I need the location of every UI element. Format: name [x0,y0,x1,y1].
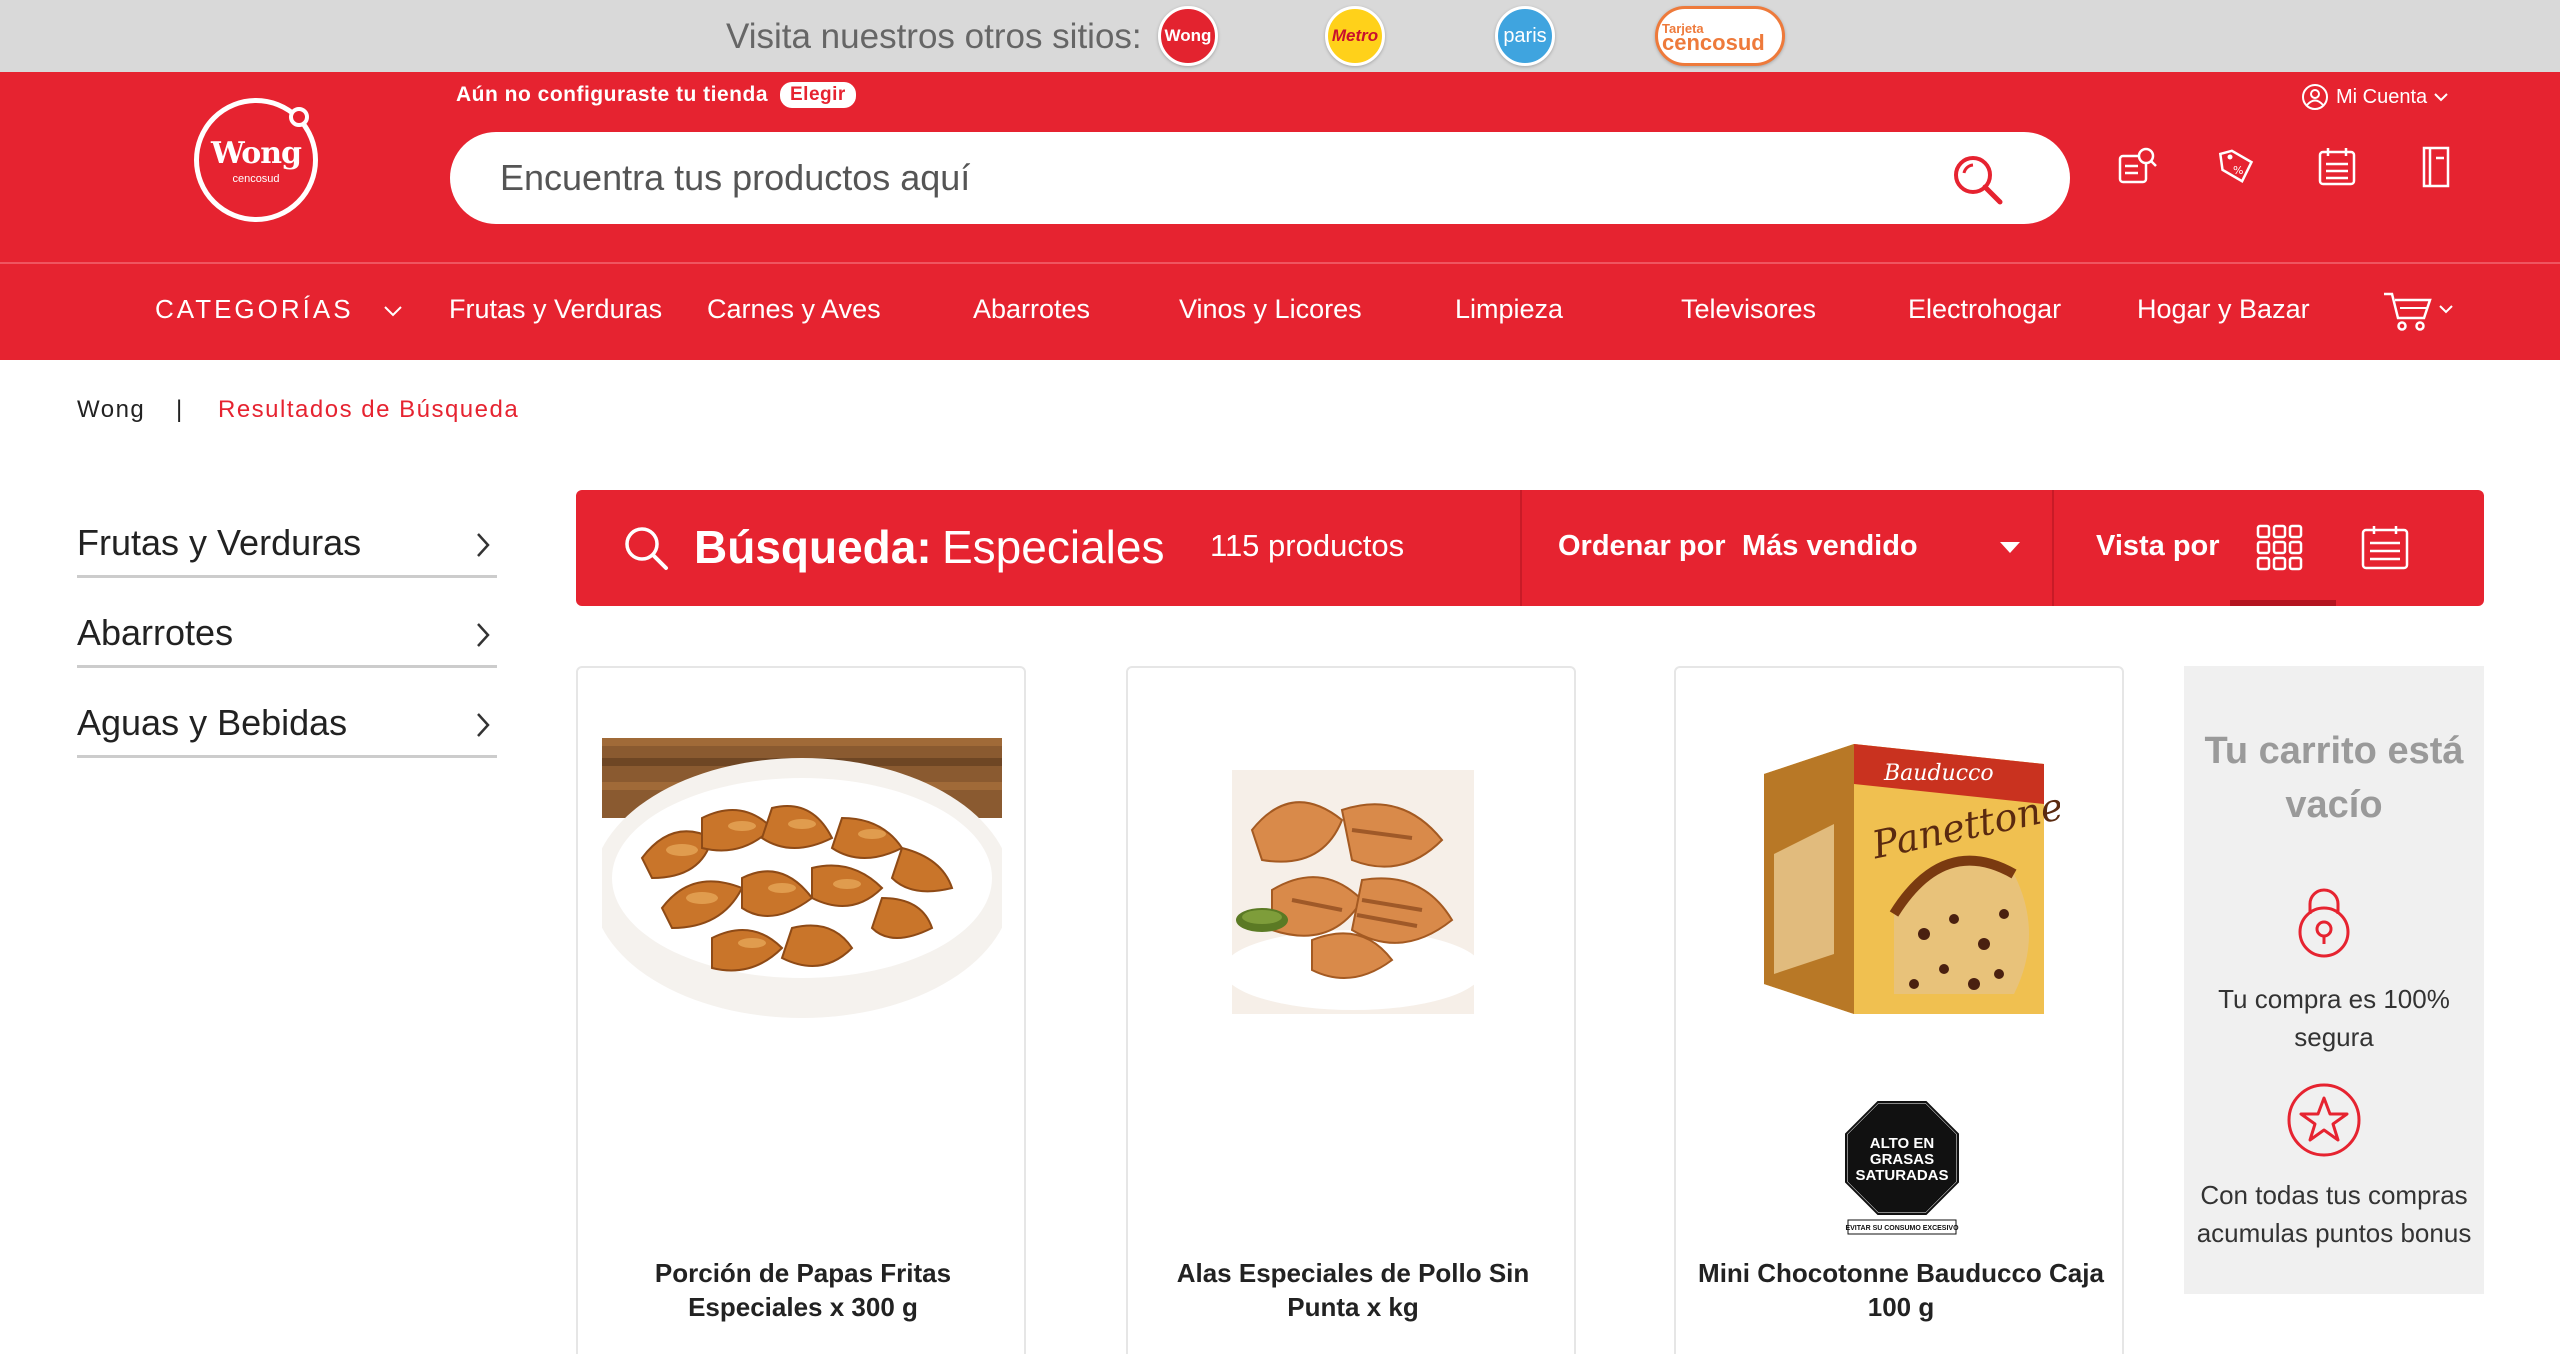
shopping-list-icon[interactable] [2314,144,2360,190]
nav-item-frutas-verduras[interactable]: Frutas y Verduras [449,294,662,325]
product-name[interactable]: Alas Especiales de Pollo Sin Punta x kg [1148,1256,1558,1324]
sidebar-item-label: Abarrotes [77,612,234,653]
product-name[interactable]: Porción de Papas Fritas Especiales x 300… [598,1256,1008,1324]
panettone-box-image: Bauducco Panettone [1764,744,2060,1014]
caret-down-icon[interactable] [2000,542,2020,553]
store-config-message: Aún no configuraste tu tienda Elegir [456,82,856,108]
empty-cart-title: Tu carrito está vacío [2204,730,2464,826]
bonus-points-text: Con todas tus compras acumulas puntos bo… [2196,1180,2472,1248]
search-label: Búsqueda: [694,521,932,573]
chevron-down-icon [384,306,402,317]
cencosud-card-text: Tarjeta cencosud [1662,22,1765,55]
results-count: 115 productos [1210,528,1405,563]
search-results-bar: Búsqueda: Especiales 115 productos Orden… [576,490,2484,606]
product-card[interactable]: Alas Especiales de Pollo Sin Punta x kg [1126,666,1576,1354]
lock-icon [2298,888,2350,958]
store-config-text: Aún no configuraste tu tienda [456,83,768,106]
breadcrumb-home[interactable]: Wong [77,396,145,424]
chicken-wings-image [1232,770,1474,1014]
offers-tag-icon[interactable]: % [2214,144,2260,190]
order-search-icon[interactable] [2114,144,2160,190]
breadcrumb-current: Resultados de Búsqueda [218,396,520,423]
sidebar-item-label: Aguas y Bebidas [77,702,348,743]
chevron-right-icon [477,713,490,737]
star-icon [2287,1083,2361,1157]
choose-store-button[interactable]: Elegir [780,82,856,108]
high-saturated-fat-warning-icon: ALTO EN GRASAS SATURADAS EVITAR SU CONSU… [1844,1100,1960,1235]
nav-item-televisores[interactable]: Televisores [1681,294,1816,325]
chevron-right-icon [477,623,490,647]
metro-site-link[interactable]: Metro [1325,6,1385,66]
warning-line-2: GRASAS [1870,1151,1934,1168]
wong-site-name: Wong [1164,26,1212,45]
cencosud-card-site-link[interactable]: Tarjeta cencosud [1655,6,1785,66]
other-sites-label: Visita nuestros otros sitios: [726,17,1142,56]
sidebar-item-abarrotes[interactable]: Abarrotes [77,602,497,668]
potato-wedges-image [602,738,1002,1058]
nav-item-vinos-licores[interactable]: Vinos y Licores [1179,294,1362,325]
logo-sub: cencosud [232,172,280,185]
product-card[interactable]: Bauducco Panettone ALTO EN GRASAS SATURA… [1674,666,2124,1354]
user-icon [2302,84,2328,110]
active-view-indicator [2230,600,2336,606]
breadcrumb-separator: | [176,396,184,423]
warning-line-3: SATURADAS [1855,1167,1948,1184]
nav-item-electrohogar[interactable]: Electrohogar [1908,294,2061,325]
nav-item-carnes-aves[interactable]: Carnes y Aves [707,294,881,325]
sidebar-item-label: Frutas y Verduras [77,522,362,563]
divider [2052,490,2054,606]
wong-site-link[interactable]: Wong [1158,6,1218,66]
sidebar-item-frutas-verduras[interactable]: Frutas y Verduras [77,512,497,578]
nav-item-hogar-bazar[interactable]: Hogar y Bazar [2137,294,2310,325]
search-icon [625,527,668,570]
sort-select[interactable]: Más vendido [1742,530,1918,563]
other-sites-bar: Visita nuestros otros sitios: Wong Metro… [0,0,2560,72]
categories-menu[interactable]: CATEGORÍAS [155,294,404,325]
secure-purchase-text: Tu compra es 100% segura [2218,984,2450,1052]
logo-brand: Wong [210,135,302,171]
main-header: Wong cencosud Aún no configuraste tu tie… [0,72,2560,262]
chevron-right-icon [477,533,490,557]
warning-line-1: ALTO EN [1870,1135,1934,1152]
categories-label: CATEGORÍAS [155,294,354,324]
cart-icon[interactable] [2380,286,2460,336]
nav-item-abarrotes[interactable]: Abarrotes [973,294,1090,325]
cencosud-card-name: cencosud [1662,30,1765,55]
product-name[interactable]: Mini Chocotonne Bauducco Caja 100 g [1696,1256,2106,1324]
search-icon[interactable] [1948,150,2008,210]
logo-dot [289,107,309,127]
search-input[interactable] [500,154,1900,202]
svg-text:%: % [2233,164,2243,177]
cart-summary-panel: Tu carrito está vacío Tu compra es 100% … [2184,666,2484,1294]
chevron-down-icon [2434,93,2448,102]
metro-site-name: Metro [1331,26,1379,45]
catalog-book-icon[interactable] [2414,144,2460,190]
paris-site-link[interactable]: paris [1495,6,1555,66]
grid-view-icon[interactable] [2256,524,2304,572]
my-account-menu[interactable]: Mi Cuenta [2300,82,2449,112]
sidebar-item-aguas-bebidas[interactable]: Aguas y Bebidas [77,692,497,758]
my-account-label: Mi Cuenta [2336,85,2428,108]
search-term: Especiales [942,521,1165,573]
nav-item-limpieza[interactable]: Limpieza [1455,294,1563,325]
list-view-icon[interactable] [2360,524,2410,572]
wong-logo[interactable]: Wong cencosud [194,98,318,222]
sort-label: Ordenar por [1558,530,1726,562]
search-bar [450,132,2070,224]
view-label: Vista por [2096,530,2220,562]
paris-site-name: paris [1503,24,1547,47]
category-nav: CATEGORÍAS Frutas y Verduras Carnes y Av… [0,262,2560,360]
product-card[interactable]: Porción de Papas Fritas Especiales x 300… [576,666,1026,1354]
warning-footer: EVITAR SU CONSUMO EXCESIVO [1845,1225,1959,1232]
package-brand-text: Bauducco [1883,761,1994,786]
divider [1520,490,1522,606]
